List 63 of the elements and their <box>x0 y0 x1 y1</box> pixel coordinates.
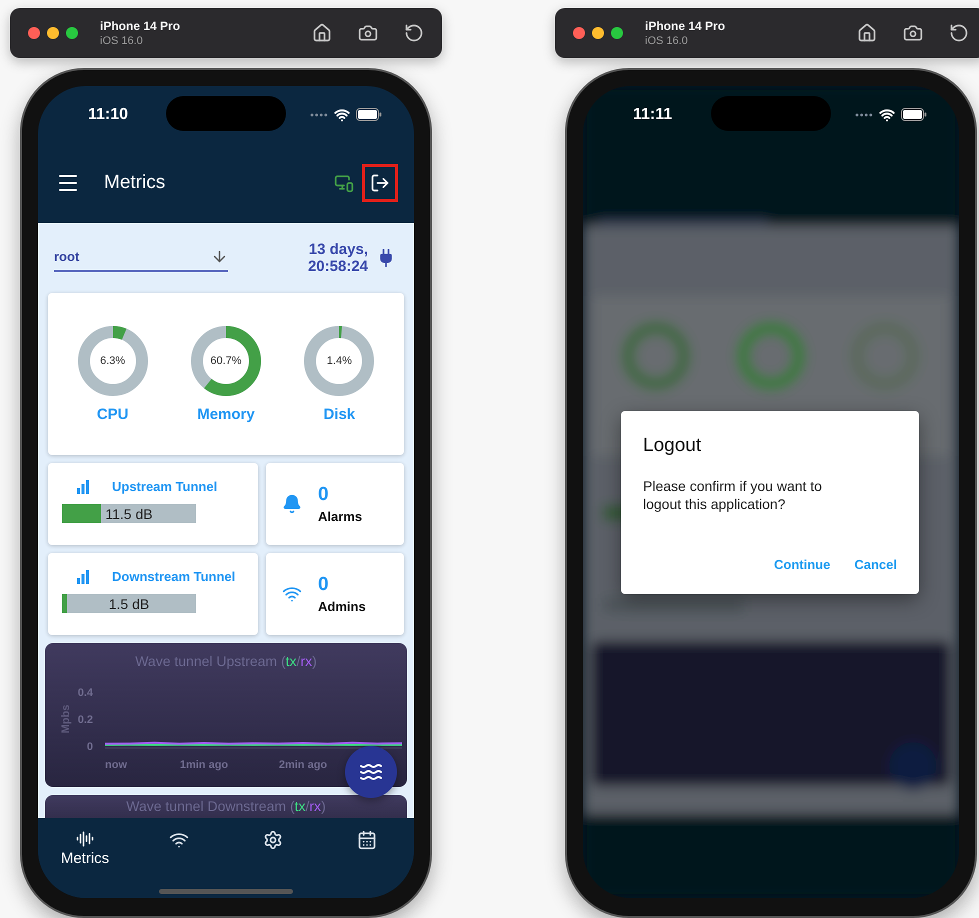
dialog-message: Please confirm if you want to logout this application? <box>643 477 823 514</box>
calendar-icon <box>357 830 377 850</box>
donut-gauge <box>190 326 261 396</box>
zoom-button[interactable] <box>66 27 78 40</box>
battery-icon <box>901 108 927 122</box>
minimize-button[interactable] <box>592 27 604 40</box>
user-select[interactable]: root <box>54 244 228 272</box>
gear-icon <box>263 830 283 850</box>
tunnel-title: Downstream Tunnel <box>112 569 236 584</box>
status-time: 11:10 <box>88 106 128 124</box>
os-version: iOS 16.0 <box>100 35 144 48</box>
device-name: iPhone 14 Pro <box>100 19 182 34</box>
axis-tick-label: now <box>105 759 127 772</box>
home-icon[interactable] <box>857 23 877 44</box>
gauge-label: Disk <box>323 406 356 423</box>
gauge-value: 60.7% <box>210 354 242 367</box>
signal-icon <box>76 570 90 584</box>
battery-icon <box>356 108 382 122</box>
app-title: Metrics <box>104 172 166 194</box>
device-name: iPhone 14 Pro <box>645 19 726 34</box>
zoom-button[interactable] <box>611 27 623 40</box>
meter-reading: 11.5 dB <box>104 504 154 524</box>
counter-label: Alarms <box>318 509 362 524</box>
waveform-icon <box>76 830 94 848</box>
meter-reading: 1.5 dB <box>108 594 150 614</box>
logout-icon <box>370 173 390 194</box>
rotate-icon[interactable] <box>404 23 424 44</box>
signal-dots-icon <box>855 112 873 117</box>
rotate-icon[interactable] <box>949 23 969 44</box>
home-icon[interactable] <box>312 23 332 44</box>
close-button[interactable] <box>28 27 40 40</box>
close-button[interactable] <box>573 27 585 40</box>
os-version: iOS 16.0 <box>645 35 689 48</box>
uptime-text: 13 days, 20:58:24 <box>308 241 368 276</box>
status-time: 11:11 <box>633 106 672 124</box>
gauge-value: 6.3% <box>100 354 126 367</box>
wifi-icon <box>334 106 350 123</box>
gauge-value: 1.4% <box>326 354 352 367</box>
signal-dots-icon <box>310 112 328 117</box>
screenshot-icon[interactable] <box>358 23 378 44</box>
chart-title: Wave tunnel Downstream (tx/rx) <box>126 798 326 814</box>
dialog-title: Logout <box>643 435 702 458</box>
counter-value: 0 <box>318 484 330 506</box>
donut-gauge <box>304 326 374 396</box>
metrics-tab[interactable]: Metrics <box>38 830 132 868</box>
axis-tick-label: 0 <box>86 741 93 754</box>
gauge-label: Memory <box>197 406 255 423</box>
donut-gauge <box>78 326 148 396</box>
axis-tick-label: 0.2 <box>78 714 93 726</box>
screenshot-icon[interactable] <box>903 23 923 44</box>
bell-icon <box>282 494 302 514</box>
highlighted-logout-button[interactable] <box>362 164 398 202</box>
counter-value: 0 <box>318 574 330 596</box>
tunnel-title: Upstream Tunnel <box>112 479 218 494</box>
axis-tick-label: 2min ago <box>278 759 328 772</box>
axis-tick-label: 1min ago <box>180 759 228 772</box>
minimize-button[interactable] <box>47 27 59 40</box>
axis-tick-label: 0.4 <box>78 687 93 700</box>
gauge-label: CPU <box>96 406 128 423</box>
counter-label: Admins <box>318 599 366 614</box>
wifi-icon <box>879 106 895 123</box>
devices-icon <box>334 173 354 194</box>
signal-icon <box>76 480 90 494</box>
